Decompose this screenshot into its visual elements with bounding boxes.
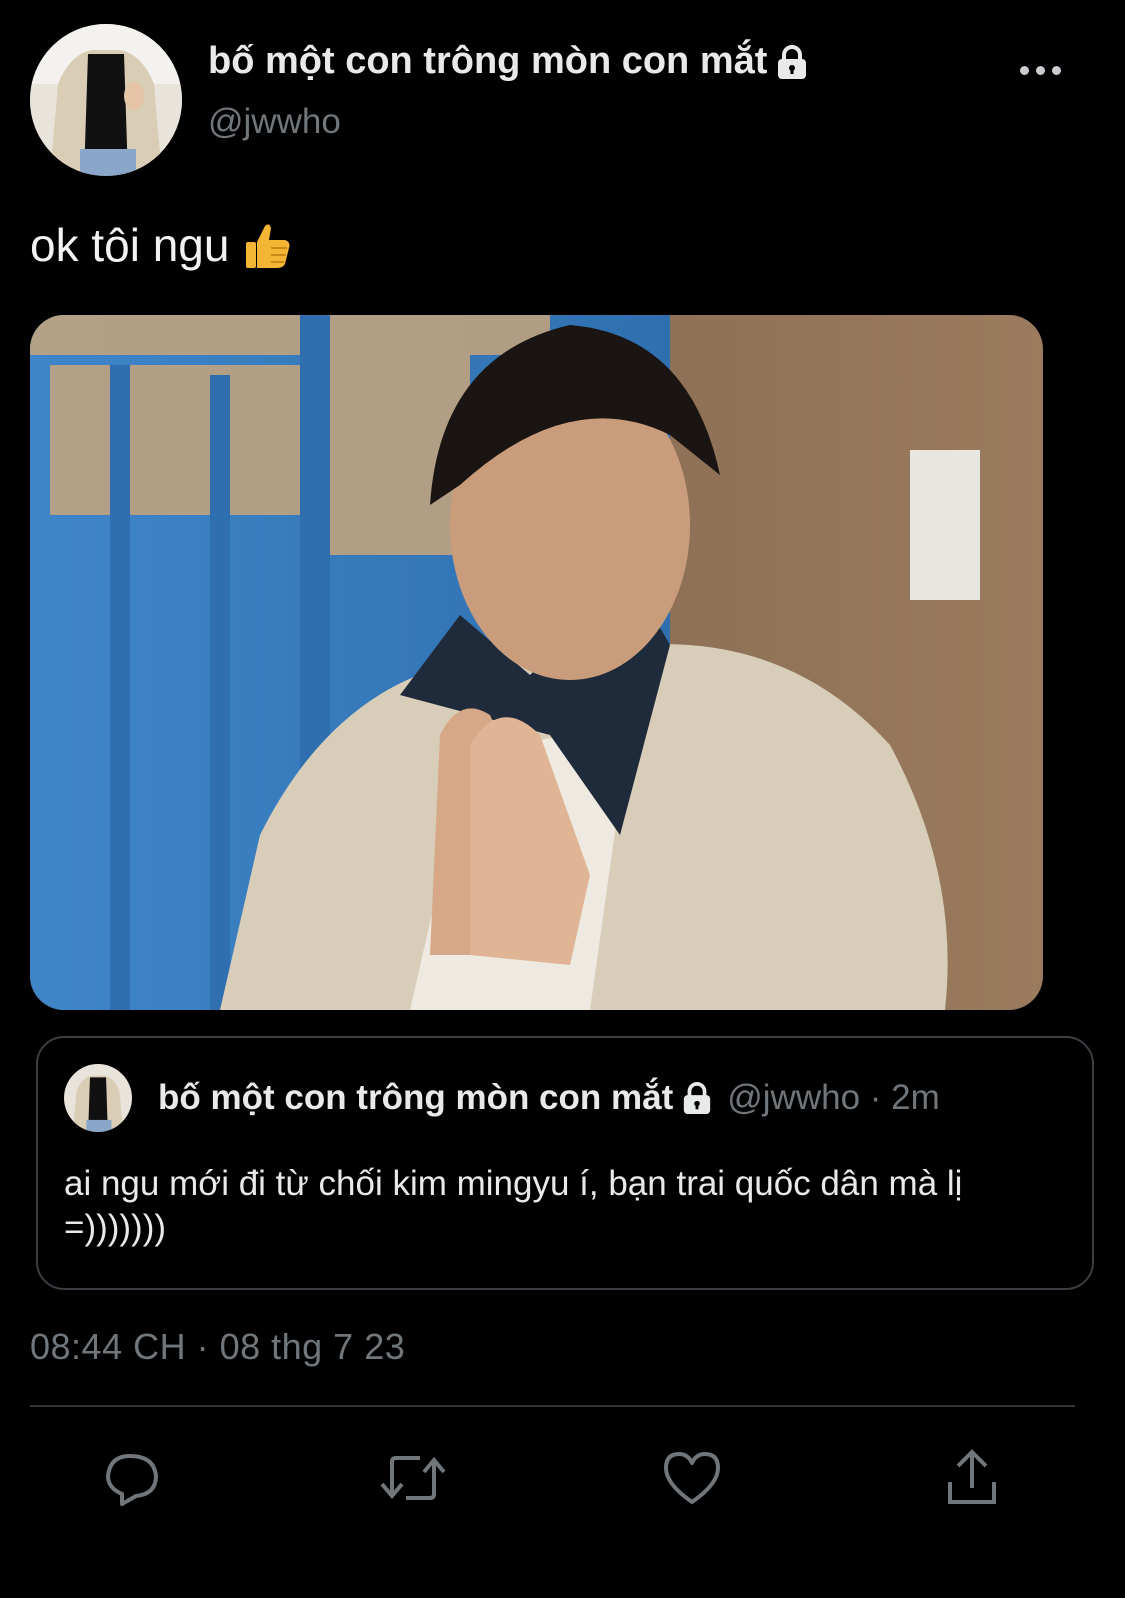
- display-name[interactable]: bố một con trông mòn con mắt: [208, 40, 809, 83]
- tweet-media-image[interactable]: [30, 315, 1043, 1010]
- quoted-display-name: bố một con trông mòn con mắt: [158, 1078, 674, 1117]
- reply-icon[interactable]: [102, 1448, 162, 1508]
- lock-icon: [775, 44, 809, 80]
- share-icon[interactable]: [942, 1448, 1002, 1508]
- tweet-text: ok tôi ngu: [30, 218, 293, 272]
- lock-icon: [681, 1081, 713, 1115]
- handle[interactable]: @jwwho: [208, 102, 341, 142]
- retweet-icon[interactable]: [380, 1448, 446, 1508]
- divider: [30, 1405, 1075, 1407]
- tweet-text-body: ok tôi ngu: [30, 219, 230, 271]
- like-icon[interactable]: [662, 1448, 722, 1508]
- timestamp[interactable]: 08:44 CH · 08 thg 7 23: [30, 1326, 405, 1368]
- quoted-meta: @jwwho · 2m: [727, 1078, 940, 1117]
- quoted-text: ai ngu mới đi từ chối kim mingyu í, bạn …: [64, 1164, 963, 1247]
- quoted-tweet[interactable]: bố một con trông mòn con mắt @jwwho · 2m…: [36, 1036, 1094, 1290]
- more-icon[interactable]: [1020, 60, 1064, 80]
- quoted-header: bố một con trông mòn con mắt @jwwho · 2m: [158, 1078, 940, 1118]
- avatar[interactable]: [30, 24, 182, 176]
- quoted-avatar: [64, 1064, 132, 1132]
- display-name-text: bố một con trông mòn con mắt: [208, 40, 768, 82]
- thumbs-up-icon: [243, 220, 293, 270]
